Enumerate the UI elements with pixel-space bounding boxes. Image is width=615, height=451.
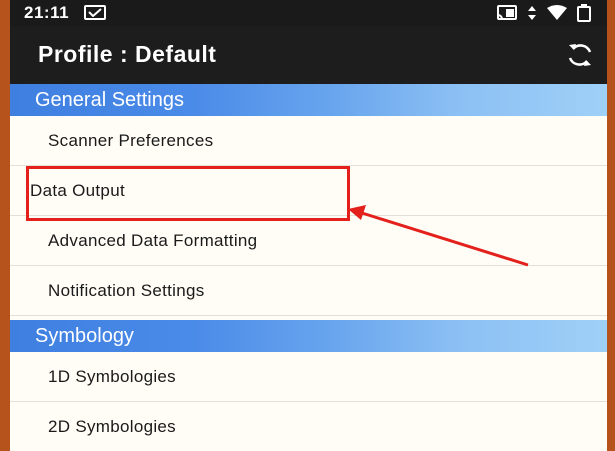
list-item-label: Notification Settings xyxy=(48,281,205,300)
section-header-general-settings: General Settings xyxy=(10,84,607,116)
notification-check-icon xyxy=(84,5,106,20)
section-header-label: Symbology xyxy=(35,325,134,347)
refresh-icon xyxy=(568,44,592,66)
list-item-label: Advanced Data Formatting xyxy=(48,231,258,250)
status-bar: 21:11 xyxy=(10,0,607,26)
list-item-notification-settings[interactable]: Notification Settings xyxy=(10,266,607,316)
screen-cast-icon xyxy=(497,5,517,20)
list-item-2d-symbologies[interactable]: 2D Symbologies xyxy=(10,402,607,451)
list-item-scanner-preferences[interactable]: Scanner Preferences xyxy=(10,116,607,166)
list-item-advanced-data-formatting[interactable]: Advanced Data Formatting xyxy=(10,216,607,266)
data-arrows-icon xyxy=(528,6,536,20)
section-header-symbology: Symbology xyxy=(10,320,607,352)
status-icons xyxy=(497,4,591,22)
list-item-label: 1D Symbologies xyxy=(48,367,176,386)
highlight-box xyxy=(26,166,350,221)
section-header-label: General Settings xyxy=(35,89,184,111)
page-title: Profile : Default xyxy=(38,41,217,67)
list-item-label: 2D Symbologies xyxy=(48,417,176,436)
refresh-button[interactable] xyxy=(563,38,597,72)
app-bar: Profile : Default xyxy=(10,26,607,84)
battery-icon xyxy=(577,4,591,22)
list-item-label: Scanner Preferences xyxy=(48,131,214,150)
list-item-1d-symbologies[interactable]: 1D Symbologies xyxy=(10,352,607,402)
phone-screen: 21:11 Profile : Default General Settings… xyxy=(10,0,607,451)
wifi-icon xyxy=(547,5,567,20)
status-time: 21:11 xyxy=(24,3,70,22)
